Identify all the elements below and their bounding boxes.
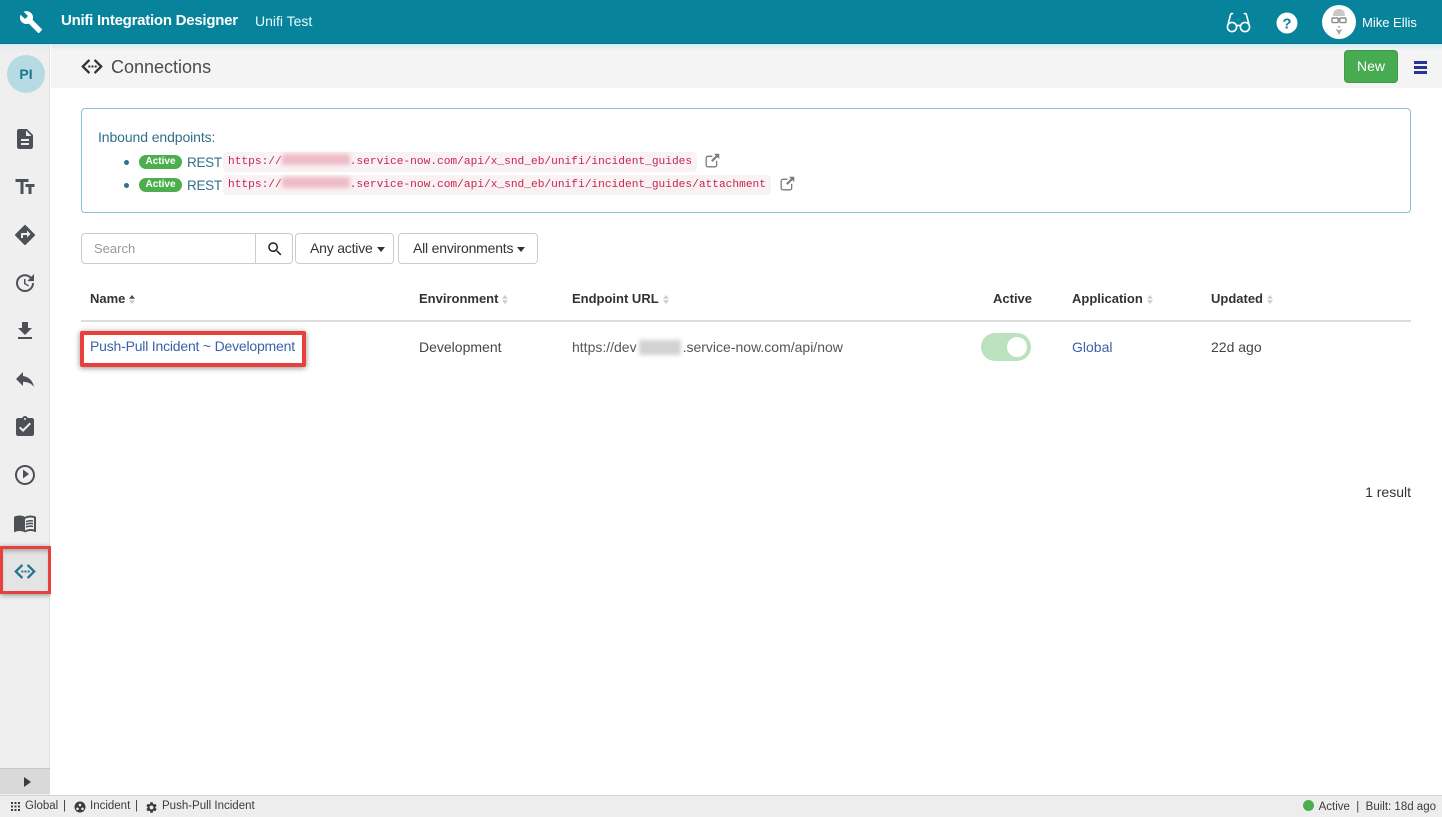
svg-text:?: ? — [1282, 16, 1291, 33]
